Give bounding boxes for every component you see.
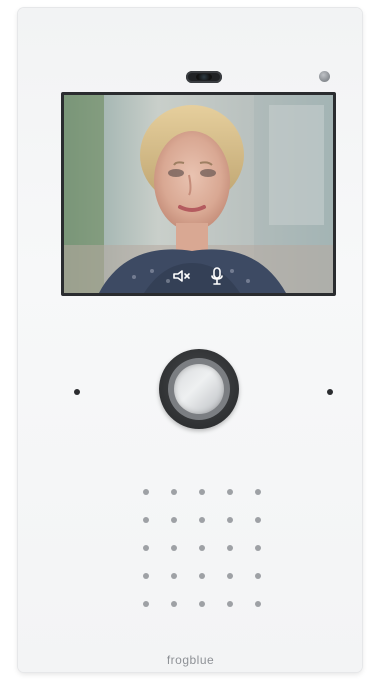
microphone-button[interactable]: [206, 265, 228, 287]
mount-screw-right: [327, 389, 333, 395]
speaker-hole: [143, 517, 149, 523]
camera-slot: [186, 71, 222, 83]
speaker-hole: [227, 489, 233, 495]
speaker-muted-icon: [172, 270, 190, 282]
speaker-hole: [199, 545, 205, 551]
speaker-hole: [255, 573, 261, 579]
mount-screw-left: [74, 389, 80, 395]
mute-speaker-button[interactable]: [170, 265, 192, 287]
speaker-hole: [171, 573, 177, 579]
speaker-hole: [255, 489, 261, 495]
speaker-hole: [255, 545, 261, 551]
speaker-hole: [255, 601, 261, 607]
speaker-hole: [199, 573, 205, 579]
speaker-hole: [199, 489, 205, 495]
speaker-hole: [199, 601, 205, 607]
speaker-hole: [171, 517, 177, 523]
camera-lens-icon: [196, 74, 212, 80]
speaker-hole: [255, 517, 261, 523]
call-button-ring: [168, 358, 230, 420]
microphone-icon: [210, 267, 223, 285]
speaker-hole: [143, 489, 149, 495]
speaker-hole: [227, 573, 233, 579]
speaker-hole: [171, 489, 177, 495]
speaker-hole: [143, 573, 149, 579]
speaker-hole: [227, 601, 233, 607]
speaker-hole: [143, 545, 149, 551]
speaker-grille: [143, 489, 263, 609]
video-feed: [64, 95, 333, 293]
screen-controls: [64, 265, 333, 287]
speaker-hole: [199, 517, 205, 523]
call-button[interactable]: [159, 349, 239, 429]
speaker-hole: [171, 601, 177, 607]
call-button-cap: [174, 364, 224, 414]
video-screen: [61, 92, 336, 296]
brand-logo: frogblue: [166, 653, 215, 667]
status-led: [319, 71, 330, 82]
speaker-hole: [227, 545, 233, 551]
speaker-hole: [227, 517, 233, 523]
speaker-hole: [143, 601, 149, 607]
speaker-hole: [171, 545, 177, 551]
